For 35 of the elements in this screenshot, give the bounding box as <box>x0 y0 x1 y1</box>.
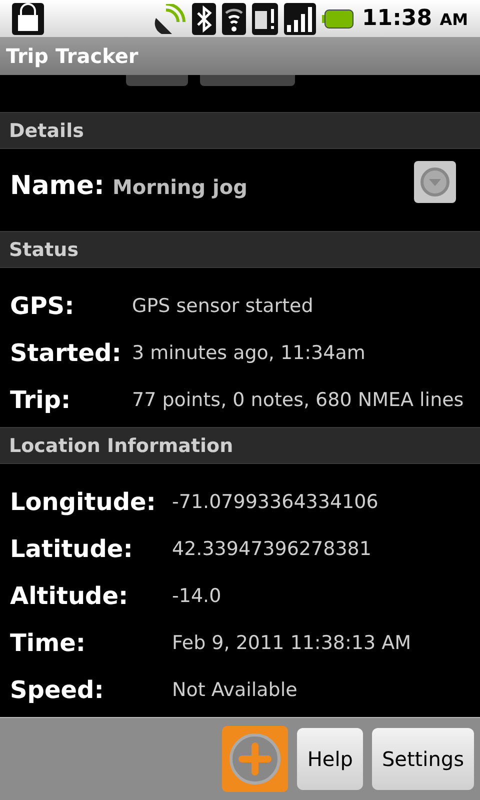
field-label: Altitude: <box>10 580 130 612</box>
section-header: Status <box>0 231 480 268</box>
field-label: Time: <box>10 628 86 659</box>
add-button[interactable] <box>222 726 288 792</box>
field-value: GPS sensor started <box>132 294 314 319</box>
field-value: -14.0 <box>172 584 222 609</box>
field-value: 3 minutes ago, 11:34am <box>132 340 366 366</box>
field-label: Speed: <box>10 674 105 706</box>
field-value: Not Available <box>172 678 298 703</box>
menu-button[interactable]: Settings <box>372 728 474 790</box>
battery-icon <box>322 8 354 29</box>
section-header: Location Information <box>0 427 480 464</box>
plus-icon <box>228 732 282 786</box>
section-header: Details <box>0 112 480 150</box>
signal-bars-icon <box>284 2 316 35</box>
clock: 11:38 AM <box>362 5 468 34</box>
wifi-icon <box>222 2 246 35</box>
field-label: Latitude: <box>10 534 134 565</box>
field-value: -71.07993364334106 <box>172 490 378 515</box>
window-title: Trip Tracker <box>6 43 138 70</box>
menu-button[interactable]: Help <box>297 728 363 790</box>
dropdown-button[interactable] <box>414 161 456 204</box>
field-label: Started: <box>10 338 122 369</box>
field-label: Longitude: <box>10 486 157 518</box>
bluetooth-icon <box>192 2 216 35</box>
button-edge[interactable] <box>200 74 294 86</box>
sim-card-icon <box>252 2 278 35</box>
field-label: GPS: <box>10 290 76 322</box>
field-label: Trip: <box>10 384 72 416</box>
button-edge[interactable] <box>126 74 188 86</box>
trip-name: Morning jog <box>112 174 248 202</box>
field-value: Feb 9, 2011 11:38:13 AM <box>172 630 412 656</box>
field-value: 42.33947396278381 <box>172 536 372 562</box>
field-label: Name: <box>10 170 104 204</box>
field-value: 77 points, 0 notes, 680 NMEA lines <box>132 388 464 413</box>
